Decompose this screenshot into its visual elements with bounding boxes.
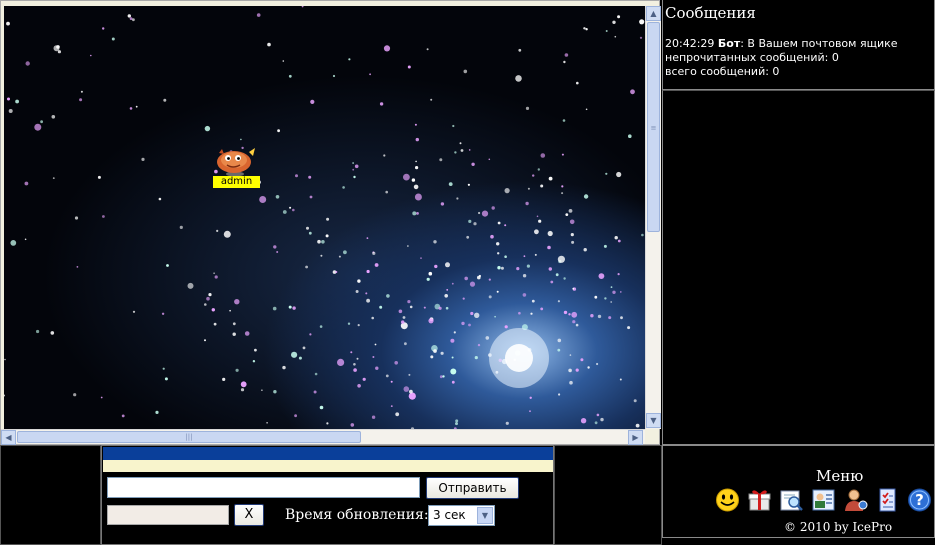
creature-icon <box>217 148 255 177</box>
chevron-down-icon[interactable]: ▼ <box>477 507 493 524</box>
message-input[interactable] <box>107 477 420 498</box>
scroll-right-button[interactable]: ▶ <box>628 430 643 445</box>
message-item: 20:42:29 Бот: В Вашем почтовом ящике неп… <box>665 37 932 79</box>
bottom-middle-panel <box>554 445 662 545</box>
refresh-interval-value: 3 сек <box>433 508 466 522</box>
user-profile-icon[interactable] <box>842 487 869 513</box>
user-card-icon[interactable] <box>810 487 837 513</box>
menu-title: Меню <box>816 467 864 485</box>
bottom-left-panel <box>0 445 101 545</box>
scroll-left-button[interactable]: ◀ <box>1 430 16 445</box>
message-text-line2: непрочитанных сообщений: 0 <box>665 51 839 64</box>
menu-panel: Меню ? © 2010 by IcePro <box>662 445 935 538</box>
message-text-line3: всего сообщений: 0 <box>665 65 780 78</box>
search-document-icon[interactable] <box>778 487 805 513</box>
refresh-interval-select[interactable]: 3 сек ▼ <box>428 505 495 526</box>
avatar-name-label: admin <box>213 176 260 188</box>
message-sender: Бот <box>717 37 741 50</box>
copyright-text: © 2010 by IcePro <box>784 520 893 534</box>
map-frame: admin ▲ ≡ ▼ ◀ ||| ▶ <box>0 0 661 445</box>
messages-panel: Сообщения 20:42:29 Бот: В Вашем почтовом… <box>662 0 935 90</box>
horizontal-scroll-thumb[interactable]: ||| <box>17 431 361 443</box>
scroll-down-button[interactable]: ▼ <box>646 413 661 428</box>
svg-text:?: ? <box>915 491 924 509</box>
message-text-line1: : В Вашем почтовом ящике <box>740 37 898 50</box>
menu-icon-bar: ? <box>714 487 933 513</box>
starfield-background <box>4 6 645 429</box>
gift-box-icon[interactable] <box>746 487 773 513</box>
messages-title: Сообщения <box>665 4 756 22</box>
chat-input-panel: Отправить X Время обновления: 3 сек ▼ <box>101 445 554 545</box>
message-time: 20:42:29 <box>665 37 715 50</box>
smiley-icon[interactable] <box>714 487 741 513</box>
vertical-scroll-thumb[interactable]: ≡ <box>647 22 660 232</box>
clear-button[interactable]: X <box>234 504 264 526</box>
vertical-scrollbar[interactable]: ▲ ≡ ▼ <box>645 6 661 429</box>
map-viewport[interactable]: admin <box>4 6 645 429</box>
checklist-icon[interactable] <box>874 487 901 513</box>
help-icon[interactable]: ? <box>906 487 933 513</box>
chat-status-bar <box>103 460 553 472</box>
refresh-interval-label: Время обновления: <box>285 507 429 523</box>
send-button[interactable]: Отправить <box>426 477 519 499</box>
private-recipient-field[interactable] <box>107 505 229 525</box>
chat-header-bar <box>103 447 553 460</box>
messages-empty-area <box>662 90 935 445</box>
player-avatar[interactable]: admin <box>209 144 261 192</box>
horizontal-scrollbar[interactable]: ◀ ||| ▶ <box>1 429 645 445</box>
scroll-up-button[interactable]: ▲ <box>646 6 661 21</box>
